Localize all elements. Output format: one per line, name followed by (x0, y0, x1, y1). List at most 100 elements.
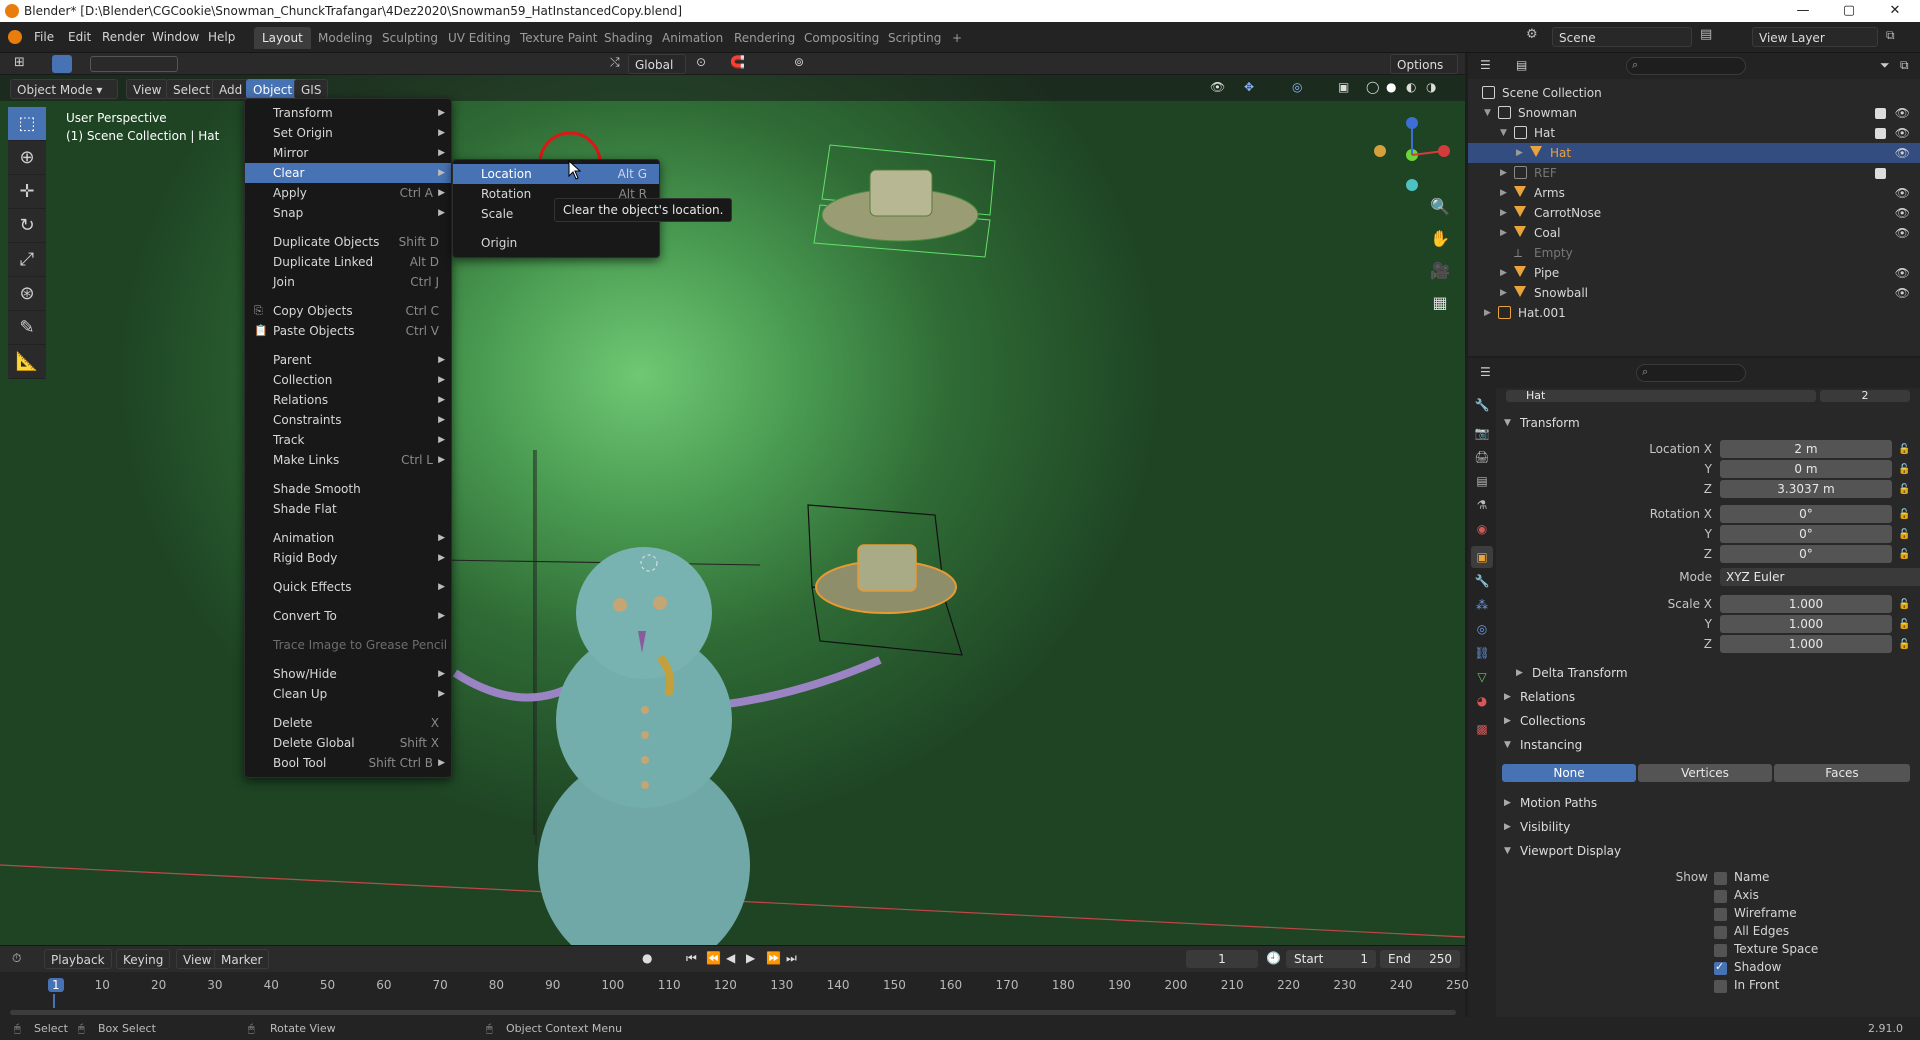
lock-icon[interactable]: 🔓 (1898, 599, 1910, 610)
menu-timeline-view[interactable]: View (176, 949, 219, 969)
tab-sculpting[interactable]: Sculpting (374, 27, 446, 49)
display-mode-icon[interactable]: ▤ (1516, 58, 1527, 72)
outliner-row-hat[interactable]: ▼ Hat 👁 (1468, 123, 1920, 143)
object-menu-item-shade-smooth[interactable]: Shade Smooth (245, 479, 451, 499)
eye-icon[interactable]: 👁 (1895, 263, 1910, 283)
world-tab-icon[interactable]: ◉ (1471, 518, 1493, 540)
object-menu-item-apply[interactable]: Apply Ctrl A ▶ (245, 183, 451, 203)
maximize-button[interactable]: ▢ (1826, 0, 1872, 22)
clear-origin-item[interactable]: Origin (453, 233, 659, 253)
tool-tab-icon[interactable]: 🔧 (1471, 394, 1493, 416)
tab-shading[interactable]: Shading (596, 27, 661, 49)
lock-icon[interactable]: 🔓 (1898, 619, 1910, 630)
outliner-row-snowball[interactable]: ▶ Snowball 👁 (1468, 283, 1920, 303)
object-menu-item-convert-to[interactable]: Convert To ▶ (245, 606, 451, 626)
add-workspace-button[interactable]: + (944, 27, 970, 49)
object-menu-item-paste-objects[interactable]: 📋 Paste Objects Ctrl V (245, 321, 451, 341)
object-menu-item-transform[interactable]: Transform ▶ (245, 103, 451, 123)
instancing-vertices-button[interactable]: Vertices (1638, 764, 1772, 782)
menu-playback[interactable]: Playback (44, 949, 112, 969)
end-frame-field[interactable]: End 250 (1380, 950, 1460, 968)
blender-menu-icon[interactable] (8, 30, 22, 44)
outliner-row-scene-collection[interactable]: Scene Collection (1468, 83, 1920, 103)
outliner-row-hat[interactable]: ▶ Hat 👁 (1468, 143, 1920, 163)
scale-x-field[interactable]: 1.000 (1720, 595, 1892, 613)
expand-toggle-icon[interactable]: ▶ (1500, 283, 1507, 303)
eye-icon[interactable]: 👁 (1895, 283, 1910, 303)
data-tab-icon[interactable]: ▽ (1471, 666, 1493, 688)
filter-icon[interactable]: ⏷ (1880, 58, 1890, 73)
show-name-checkbox[interactable] (1714, 872, 1727, 885)
expand-toggle-icon[interactable]: ▶ (1484, 303, 1491, 323)
tab-rendering[interactable]: Rendering (726, 27, 803, 49)
object-menu-item-snap[interactable]: Snap ▶ (245, 203, 451, 223)
object-menu-item-make-links[interactable]: Make Links Ctrl L ▶ (245, 450, 451, 470)
rotation-mode-dropdown[interactable]: XYZ Euler (1720, 568, 1920, 586)
scale-y-field[interactable]: 1.000 (1720, 615, 1892, 633)
location-y-field[interactable]: 0 m (1720, 460, 1892, 478)
tab-compositing[interactable]: Compositing (796, 27, 887, 49)
eye-icon[interactable]: 👁 (1895, 203, 1910, 223)
show-in-front-checkbox[interactable] (1714, 980, 1727, 993)
scene-selector[interactable]: Scene (1552, 27, 1692, 47)
exclude-checkbox[interactable] (1875, 128, 1886, 139)
timeline-scrollbar[interactable] (10, 1010, 1456, 1015)
visibility-panel-header[interactable]: ▶ Visibility (1502, 816, 1910, 838)
instancing-none-button[interactable]: None (1502, 764, 1636, 782)
tab-modeling[interactable]: Modeling (310, 27, 381, 49)
lock-icon[interactable]: 🔓 (1898, 484, 1910, 495)
menu-file[interactable]: File (30, 27, 58, 47)
outliner-row-snowman[interactable]: ▼ Snowman 👁 (1468, 103, 1920, 123)
location-x-field[interactable]: 2 m (1720, 440, 1892, 458)
select-box-modes[interactable] (90, 56, 178, 72)
exclude-checkbox[interactable] (1875, 108, 1886, 119)
object-menu-item-delete[interactable]: Delete X (245, 713, 451, 733)
lock-icon[interactable]: 🔓 (1898, 444, 1910, 455)
object-menu-item-relations[interactable]: Relations ▶ (245, 390, 451, 410)
rotation-z-field[interactable]: 0° (1720, 545, 1892, 563)
show-all-edges-checkbox[interactable] (1714, 926, 1727, 939)
object-menu-item-constraints[interactable]: Constraints ▶ (245, 410, 451, 430)
motion-paths-panel-header[interactable]: ▶ Motion Paths (1502, 792, 1910, 814)
object-menu-item-duplicate-linked[interactable]: Duplicate Linked Alt D (245, 252, 451, 272)
outliner-row-pipe[interactable]: ▶ Pipe 👁 (1468, 263, 1920, 283)
output-tab-icon[interactable]: 🖨 (1471, 446, 1493, 468)
constraints-tab-icon[interactable]: ⛓ (1471, 642, 1493, 664)
jump-end-icon[interactable]: ⏭ (786, 951, 797, 966)
close-button[interactable]: ✕ (1872, 0, 1918, 22)
eye-icon[interactable]: 👁 (1895, 223, 1910, 243)
options-dropdown[interactable]: Options (1390, 54, 1458, 74)
object-menu-item-clear[interactable]: Clear ▶ (245, 163, 451, 183)
expand-toggle-icon[interactable]: ▶ (1500, 263, 1507, 283)
object-menu-item-track[interactable]: Track ▶ (245, 430, 451, 450)
modifier-tab-icon[interactable]: 🔧 (1471, 570, 1493, 592)
relations-panel-header[interactable]: ▶ Relations (1502, 686, 1910, 708)
minimize-button[interactable]: — (1780, 0, 1826, 22)
object-menu-item-delete-global[interactable]: Delete Global Shift X (245, 733, 451, 753)
camera-view-icon[interactable]: 🎥 (1426, 257, 1454, 285)
eye-icon[interactable]: 👁 (1895, 143, 1910, 163)
view-layer-tab-icon[interactable]: ▤ (1471, 470, 1493, 492)
object-menu-item-rigid-body[interactable]: Rigid Body ▶ (245, 548, 451, 568)
object-tab-icon[interactable]: ▣ (1471, 546, 1493, 568)
proportional-edit-icon[interactable]: ⊚ (794, 55, 804, 69)
outliner-search-input[interactable] (1626, 57, 1746, 75)
object-menu-item-copy-objects[interactable]: ⎘ Copy Objects Ctrl C (245, 301, 451, 321)
texture-tab-icon[interactable]: ▩ (1471, 718, 1493, 740)
object-menu-item-clean-up[interactable]: Clean Up ▶ (245, 684, 451, 704)
outliner-row-ref[interactable]: ▶ REF (1468, 163, 1920, 183)
expand-toggle-icon[interactable]: ▶ (1500, 203, 1507, 223)
3d-viewport[interactable]: Object Mode ▾ View Select Add Object GIS… (0, 75, 1465, 945)
physics-tab-icon[interactable]: ◎ (1471, 618, 1493, 640)
expand-toggle-icon[interactable]: ▶ (1500, 183, 1507, 203)
object-name-field[interactable]: Hat (1506, 390, 1816, 402)
viewport-display-panel-header[interactable]: ▼ Viewport Display (1502, 840, 1910, 862)
menu-render[interactable]: Render (98, 27, 149, 47)
rotation-x-field[interactable]: 0° (1720, 505, 1892, 523)
menu-window[interactable]: Window (148, 27, 203, 47)
exclude-checkbox[interactable] (1875, 168, 1886, 179)
instancing-faces-button[interactable]: Faces (1774, 764, 1910, 782)
lock-icon[interactable]: 🔓 (1898, 639, 1910, 650)
editor-type-icon[interactable]: ⊞ (14, 55, 25, 70)
expand-toggle-icon[interactable]: ▼ (1484, 103, 1491, 123)
